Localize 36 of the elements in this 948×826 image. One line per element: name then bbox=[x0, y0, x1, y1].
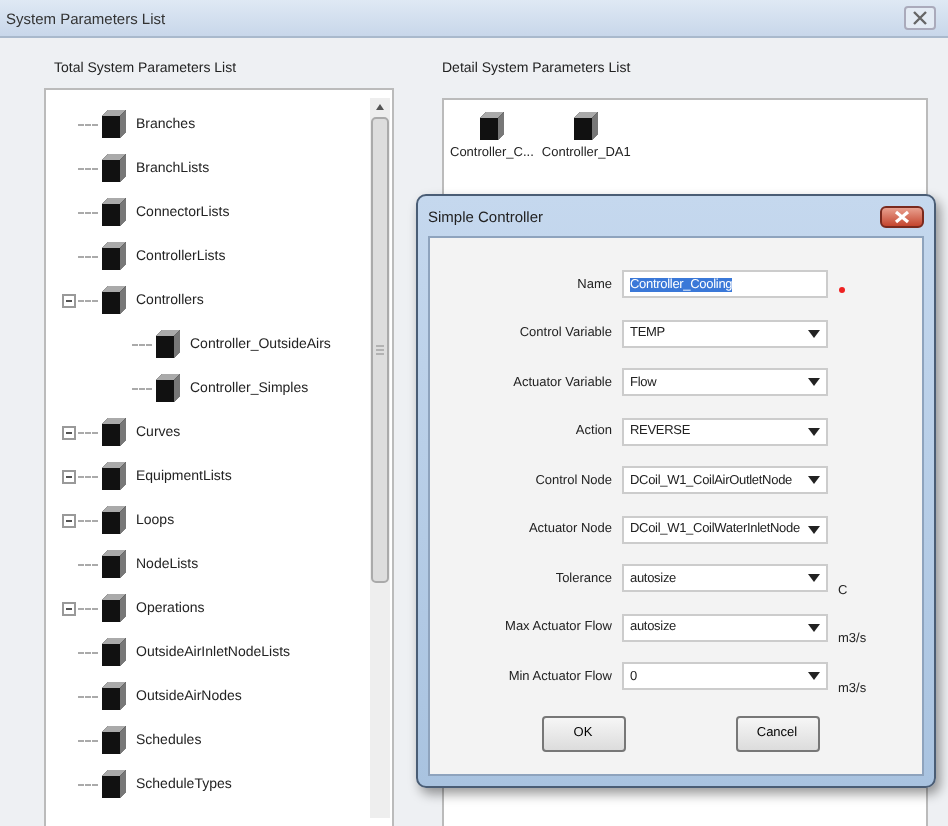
cube-icon bbox=[574, 112, 599, 140]
cube-icon bbox=[102, 110, 126, 138]
close-icon bbox=[894, 209, 910, 223]
expander-icon[interactable] bbox=[62, 469, 76, 483]
cube-icon bbox=[156, 330, 180, 358]
close-button[interactable] bbox=[880, 205, 924, 227]
dropdown-arrow-icon bbox=[808, 427, 820, 436]
expander-icon[interactable] bbox=[62, 513, 76, 527]
cube-icon bbox=[102, 506, 126, 534]
cube-icon bbox=[102, 770, 126, 798]
dropdown-arrow-icon bbox=[808, 378, 820, 387]
cube-icon bbox=[102, 550, 126, 578]
expander-icon[interactable] bbox=[62, 293, 76, 307]
cube-icon bbox=[102, 242, 126, 270]
dropdown-arrow-icon bbox=[808, 329, 820, 338]
cube-icon bbox=[102, 154, 126, 182]
cube-icon bbox=[102, 462, 126, 490]
cube-icon bbox=[102, 682, 126, 710]
cube-icon bbox=[102, 286, 126, 314]
cube-icon bbox=[102, 198, 126, 226]
dropdown-arrow-icon bbox=[808, 623, 820, 632]
cube-icon bbox=[102, 594, 126, 622]
cube-icon bbox=[102, 726, 126, 754]
dropdown-arrow-icon bbox=[808, 672, 820, 681]
cube-icon bbox=[102, 638, 126, 666]
dropdown-arrow-icon bbox=[808, 574, 820, 583]
cube-icon bbox=[479, 112, 504, 140]
close-icon bbox=[912, 10, 928, 26]
dropdown-arrow-icon bbox=[808, 476, 820, 485]
close-button[interactable] bbox=[904, 6, 936, 30]
dropdown-arrow-icon bbox=[808, 525, 820, 534]
expander-icon[interactable] bbox=[62, 425, 76, 439]
cube-icon bbox=[102, 418, 126, 446]
scrollbar[interactable] bbox=[370, 98, 390, 818]
cube-icon bbox=[156, 374, 180, 402]
expander-icon[interactable] bbox=[62, 601, 76, 615]
